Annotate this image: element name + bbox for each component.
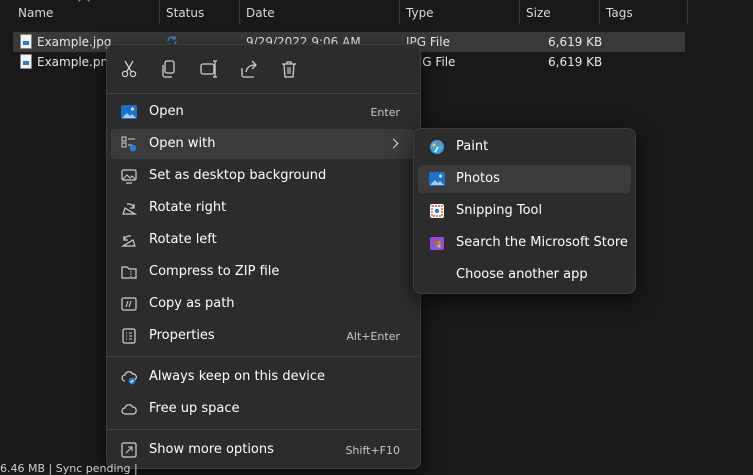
menu-item-compress-zip[interactable]: Compress to ZIP file — [111, 257, 414, 287]
snipping-tool-icon — [430, 204, 444, 218]
column-size[interactable]: Size — [526, 6, 551, 20]
menu-separator — [107, 356, 418, 357]
zip-icon — [121, 266, 137, 279]
status-bar-text: 6.46 MB | Sync pending | — [0, 462, 138, 475]
properties-icon — [122, 328, 136, 344]
menu-item-label: Set as desktop background — [149, 168, 327, 183]
rotate-right-icon — [122, 203, 137, 215]
open-with-submenu: Paint Photos Snipping Tool Search the Mi… — [413, 128, 636, 294]
rename-icon[interactable] — [198, 58, 220, 80]
submenu-item-snipping-tool[interactable]: Snipping Tool — [418, 197, 631, 225]
submenu-item-label: Snipping Tool — [456, 203, 543, 218]
menu-item-label: Open — [149, 104, 184, 119]
file-name: Example.jpg — [37, 35, 112, 49]
sort-up-icon — [78, 0, 90, 7]
submenu-item-label: Choose another app — [456, 267, 588, 282]
menu-item-label: Rotate right — [149, 200, 227, 215]
column-divider[interactable] — [519, 0, 520, 24]
scissors-icon[interactable] — [118, 58, 140, 80]
open-with-icon — [121, 136, 137, 152]
menu-item-set-desktop-background[interactable]: Set as desktop background — [111, 161, 414, 191]
submenu-item-label: Photos — [456, 171, 500, 186]
image-file-icon — [20, 34, 32, 49]
menu-item-label: Show more options — [149, 442, 274, 457]
rotate-left-icon — [121, 235, 136, 247]
image-file-icon — [20, 54, 32, 69]
desktop-icon — [121, 169, 137, 184]
submenu-item-label: Paint — [456, 139, 489, 154]
column-header-row: Name Status Date Type Size Tags — [0, 0, 753, 26]
menu-item-label: Rotate left — [149, 232, 217, 247]
column-divider[interactable] — [599, 0, 600, 24]
column-divider[interactable] — [687, 0, 688, 24]
cloud-keep-icon — [121, 371, 137, 385]
column-type[interactable]: Type — [406, 6, 434, 20]
column-status[interactable]: Status — [166, 6, 204, 20]
column-tags[interactable]: Tags — [606, 6, 633, 20]
menu-item-rotate-left[interactable]: Rotate left — [111, 225, 414, 255]
file-name: Example.png — [37, 55, 116, 69]
submenu-item-photos[interactable]: Photos — [418, 165, 631, 193]
cloud-icon — [121, 404, 137, 415]
copy-path-icon — [121, 297, 137, 311]
submenu-item-label: Search the Microsoft Store — [456, 235, 628, 250]
menu-item-copy-as-path[interactable]: Copy as path — [111, 289, 414, 319]
menu-item-label: Always keep on this device — [149, 369, 326, 384]
trash-icon[interactable] — [278, 58, 300, 80]
shortcut-label: Enter — [370, 106, 400, 119]
menu-item-label: Compress to ZIP file — [149, 264, 280, 279]
chevron-right-icon — [388, 138, 399, 149]
photos-icon — [429, 172, 445, 186]
menu-item-label: Properties — [149, 328, 215, 343]
menu-item-rotate-right[interactable]: Rotate right — [111, 193, 414, 223]
menu-item-label: Free up space — [149, 401, 240, 416]
column-divider[interactable] — [399, 0, 400, 24]
share-icon[interactable] — [238, 58, 260, 80]
menu-item-always-keep[interactable]: Always keep on this device — [111, 362, 414, 392]
store-icon — [430, 237, 444, 250]
file-size: 6,619 KB — [548, 35, 603, 49]
menu-item-open[interactable]: Open Enter — [111, 97, 414, 127]
menu-item-properties[interactable]: Properties Alt+Enter — [111, 321, 414, 351]
column-divider[interactable] — [239, 0, 240, 24]
context-menu: Open Enter Open with Set as desktop back… — [106, 44, 421, 469]
column-date[interactable]: Date — [246, 6, 275, 20]
menu-item-show-more-options[interactable]: Show more options Shift+F10 — [111, 435, 414, 465]
submenu-item-choose-another-app[interactable]: Choose another app — [418, 261, 631, 289]
shortcut-label: Shift+F10 — [345, 444, 400, 457]
submenu-item-paint[interactable]: Paint — [418, 133, 631, 161]
shortcut-label: Alt+Enter — [346, 330, 400, 343]
file-size: 6,619 KB — [548, 55, 603, 69]
copy-icon[interactable] — [158, 58, 180, 80]
submenu-item-microsoft-store[interactable]: Search the Microsoft Store — [418, 229, 631, 257]
column-name[interactable]: Name — [18, 6, 53, 20]
more-options-icon — [121, 442, 137, 458]
paint-icon — [430, 140, 444, 154]
menu-item-open-with[interactable]: Open with — [111, 129, 414, 159]
menu-item-label: Copy as path — [149, 296, 235, 311]
menu-item-label: Open with — [149, 136, 216, 151]
photos-icon — [121, 105, 137, 119]
menu-separator — [107, 429, 418, 430]
menu-item-free-up-space[interactable]: Free up space — [111, 394, 414, 424]
column-divider[interactable] — [159, 0, 160, 24]
menu-separator — [107, 93, 418, 94]
